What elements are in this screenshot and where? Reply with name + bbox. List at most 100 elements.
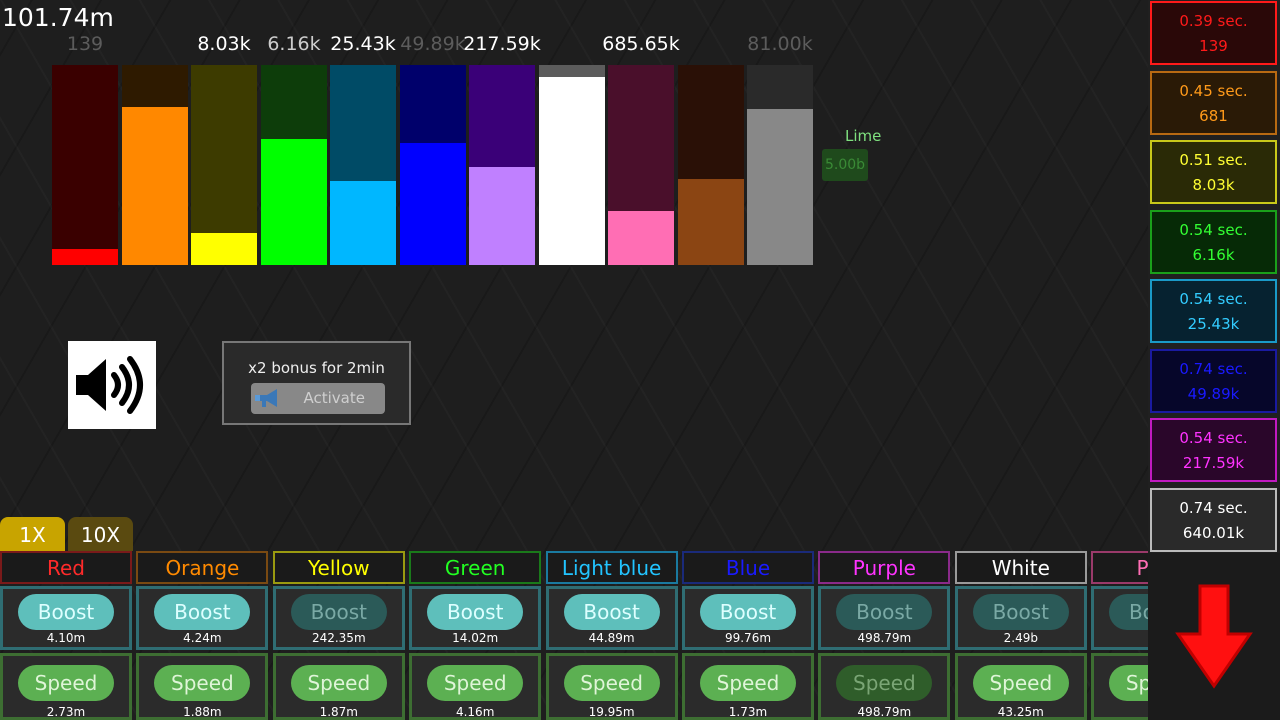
boost-button[interactable]: Boost	[154, 594, 251, 630]
color-timer: 0.45 sec. 681	[1150, 70, 1277, 135]
boost-button[interactable]: Boost	[1109, 594, 1148, 630]
bar-label: 6.16k	[267, 33, 321, 55]
speed-button[interactable]: Speed	[427, 665, 524, 701]
bar-fill	[400, 143, 466, 265]
bar-label: 685.65k	[602, 33, 680, 55]
bar-fill	[539, 77, 605, 265]
bar-fill	[261, 139, 327, 265]
color-column: Green Boost 14.02m Speed 4.16m	[409, 551, 542, 720]
bar-fill	[122, 107, 188, 265]
color-column: Blue Boost 99.76m Speed 1.73m	[682, 551, 814, 720]
speed-cell: Speed 1.88m	[136, 653, 269, 720]
color-timer: 0.51 sec. 8.03k	[1150, 140, 1277, 204]
bar-label: 49.89k	[400, 33, 466, 55]
speed-cost: 1.88m	[183, 705, 222, 719]
boost-button[interactable]: Boost	[563, 594, 660, 630]
speed-cell: Speed 19.95m	[545, 653, 678, 720]
scroll-down-button[interactable]	[1148, 553, 1280, 720]
boost-button[interactable]: Boost	[18, 594, 114, 630]
speed-cost: 498.79m	[857, 705, 912, 719]
boost-cost: 99.76m	[724, 631, 772, 645]
boost-cost: 23	[1094, 631, 1148, 645]
timer-value: 6.16k	[1192, 245, 1235, 264]
color-name: Light blue	[545, 551, 678, 584]
timer-value: 25.43k	[1187, 315, 1240, 333]
color-column: PinkBoost23Speed23	[1091, 551, 1148, 720]
speed-cost: 19.95m	[588, 705, 635, 719]
speed-button[interactable]: Speed	[1109, 665, 1148, 701]
boost-button[interactable]: Boost	[700, 594, 796, 630]
speed-cell: Speed 1.87m	[272, 653, 405, 720]
timer-interval: 0.74 sec.	[1179, 359, 1248, 378]
speed-button[interactable]: Speed	[18, 665, 114, 701]
bonus-panel: x2 bonus for 2min Activate	[222, 341, 411, 425]
timer-value: 8.03k	[1192, 176, 1235, 194]
bar	[747, 65, 813, 265]
bar-fill	[191, 233, 257, 265]
boost-cost: 4.10m	[46, 631, 86, 645]
timer-value: 49.89k	[1187, 384, 1240, 403]
boost-cell: Boost 44.89m	[545, 586, 678, 650]
down-arrow-icon	[1175, 584, 1253, 689]
bar-tip-name: Lime	[845, 127, 882, 145]
timer-interval: 0.39 sec.	[1179, 12, 1248, 30]
color-name: Pink	[1091, 551, 1148, 584]
bar-label: 25.43k	[330, 33, 396, 55]
speed-button[interactable]: Speed	[154, 665, 251, 701]
sound-toggle-button[interactable]	[68, 341, 156, 429]
timer-interval: 0.45 sec.	[1179, 81, 1248, 100]
color-name: Yellow	[272, 551, 405, 584]
upgrade-grid: Red Boost 4.10m Speed 2.73m Orange Boost 4.24m S…	[0, 551, 1148, 720]
speed-button[interactable]: Speed	[290, 665, 387, 701]
speed-cost: 2.73m	[46, 705, 86, 719]
bar	[261, 65, 327, 265]
color-column: Orange Boost 4.24m Speed 1.88m	[136, 551, 269, 720]
speed-cost: 1.87m	[319, 705, 358, 719]
boost-cell: Boost 99.76m	[682, 586, 814, 650]
boost-cost: 14.02m	[452, 631, 499, 645]
activate-label: Activate	[303, 389, 365, 407]
timer-interval: 0.54 sec.	[1179, 220, 1248, 239]
color-name: Purple	[818, 551, 951, 584]
speed-button[interactable]: Speed	[700, 665, 796, 701]
speed-button[interactable]: Speed	[972, 665, 1069, 701]
color-timer: 0.74 sec. 49.89k	[1150, 348, 1277, 413]
boost-button[interactable]: Boost	[972, 594, 1069, 630]
boost-cost: 242.35m	[311, 631, 366, 645]
speed-button[interactable]: Speed	[836, 665, 933, 701]
bar	[469, 65, 535, 265]
bar-fill	[469, 167, 535, 265]
boost-button[interactable]: Boost	[836, 594, 933, 630]
bonus-title: x2 bonus for 2min	[248, 359, 385, 377]
activate-bonus-button[interactable]: Activate	[251, 383, 385, 414]
speed-cell: Speed 43.25m	[954, 653, 1087, 720]
speaker-icon	[76, 356, 143, 414]
timer-interval: 0.51 sec.	[1179, 151, 1248, 169]
bar-label: 217.59k	[463, 33, 541, 55]
bar	[678, 65, 744, 265]
color-column: Purple Boost 498.79m Speed 498.79m	[818, 551, 951, 720]
bar	[608, 65, 674, 265]
speed-cost: 4.16m	[455, 705, 495, 719]
megaphone-icon	[255, 389, 277, 407]
speed-button[interactable]: Speed	[563, 665, 660, 701]
timer-interval: 0.54 sec.	[1179, 429, 1248, 447]
speed-cost: 23	[1094, 705, 1148, 719]
color-timer: 0.54 sec. 6.16k	[1150, 209, 1277, 274]
boost-cell: Boost 2.49b	[954, 586, 1087, 650]
color-name: Green	[409, 551, 542, 584]
tab-10x[interactable]: 10X	[68, 517, 133, 551]
bar-label: 139	[66, 33, 104, 55]
boost-cell: Boost23	[1091, 586, 1148, 650]
bar-label: 81.00k	[747, 33, 813, 55]
bar	[539, 65, 605, 265]
tab-1x[interactable]: 1X	[0, 517, 65, 551]
boost-cell: Boost 4.24m	[136, 586, 269, 650]
boost-cell: Boost 14.02m	[409, 586, 542, 650]
boost-cost: 4.24m	[183, 631, 222, 645]
color-name: Red	[0, 551, 132, 584]
boost-button[interactable]: Boost	[290, 594, 387, 630]
bar	[52, 65, 118, 265]
total-score: 101.74m	[2, 3, 114, 32]
boost-button[interactable]: Boost	[427, 594, 524, 630]
